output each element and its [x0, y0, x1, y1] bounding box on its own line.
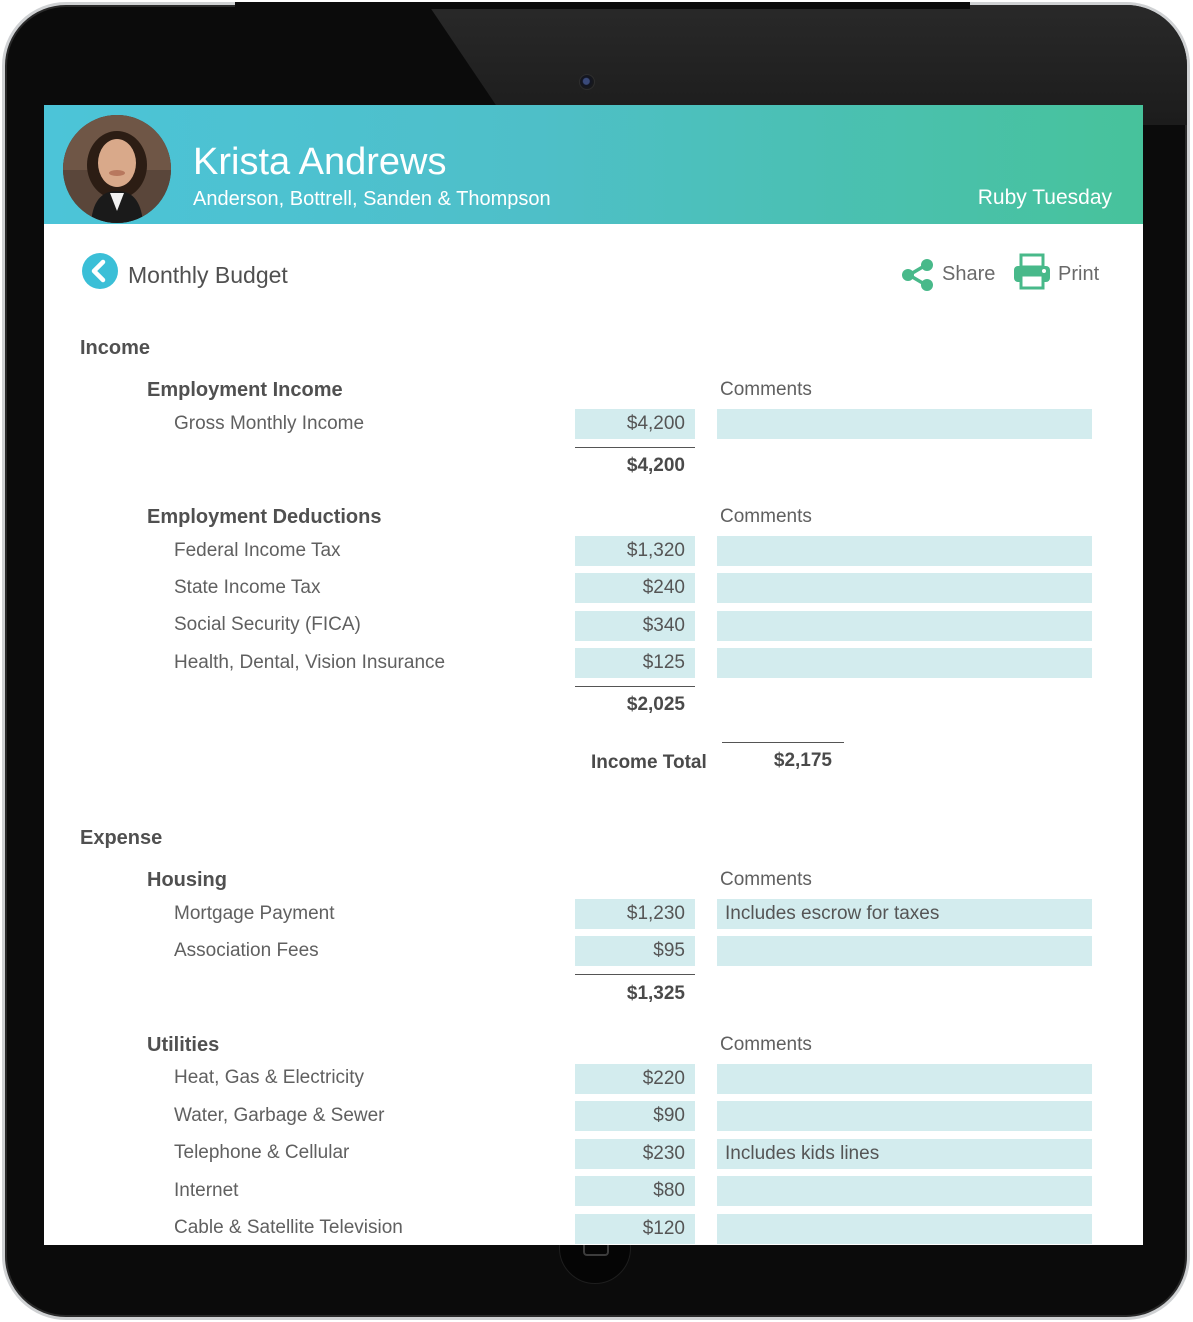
comments-label: Comments: [720, 379, 812, 400]
line-label-telephone-cellular: Telephone & Cellular: [174, 1142, 350, 1163]
line-label-health-insurance: Health, Dental, Vision Insurance: [174, 652, 446, 673]
tablet-top-edge: [235, 2, 970, 9]
employment-income-subtotal: $4,200: [626, 455, 685, 476]
amount-field-association-fees[interactable]: $95: [575, 936, 695, 966]
page-title: Monthly Budget: [128, 262, 288, 288]
amount-field-health-insurance[interactable]: $125: [575, 648, 695, 678]
amount-field-cable-satellite-tv[interactable]: $120: [575, 1214, 695, 1244]
amount-field-mortgage-payment[interactable]: $1,230: [575, 899, 695, 929]
avatar-portrait-icon: [63, 115, 171, 223]
housing-title: Housing: [147, 869, 227, 891]
line-label-mortgage-payment: Mortgage Payment: [174, 903, 335, 924]
employment-income-title: Employment Income: [147, 379, 343, 401]
line-label-internet: Internet: [174, 1180, 239, 1201]
amount-field-state-income-tax[interactable]: $240: [575, 573, 695, 603]
comment-field-internet[interactable]: [717, 1176, 1092, 1206]
line-label-social-security: Social Security (FICA): [174, 614, 361, 635]
advisor-name: Ruby Tuesday: [977, 186, 1112, 209]
amount-field-gross-monthly-income[interactable]: $4,200: [575, 409, 695, 439]
amount-field-internet[interactable]: $80: [575, 1176, 695, 1206]
income-total-label: Income Total: [591, 752, 707, 773]
share-button[interactable]: Share: [900, 253, 995, 293]
income-section-title: Income: [80, 337, 151, 359]
client-name: Krista Andrews: [193, 141, 447, 183]
line-label-federal-income-tax: Federal Income Tax: [174, 540, 341, 561]
comments-label: Comments: [720, 506, 812, 527]
avatar: [63, 115, 171, 223]
comment-field-cable-satellite-tv[interactable]: [717, 1214, 1092, 1244]
subtotal-divider: [575, 686, 695, 687]
comment-field-mortgage-payment[interactable]: Includes escrow for taxes: [717, 899, 1092, 929]
back-button[interactable]: [82, 253, 118, 289]
firm-name: Anderson, Bottrell, Sanden & Thompson: [193, 188, 551, 210]
comment-field-gross-monthly-income[interactable]: [717, 409, 1092, 439]
housing-subtotal: $1,325: [626, 983, 685, 1004]
share-icon: [902, 259, 933, 291]
income-total-divider: [722, 742, 844, 743]
employment-deductions-title: Employment Deductions: [147, 506, 382, 528]
utilities-title: Utilities: [147, 1034, 220, 1056]
camera-icon: [579, 74, 595, 90]
amount-field-federal-income-tax[interactable]: $1,320: [575, 536, 695, 566]
comment-field-heat-gas-electricity[interactable]: [717, 1064, 1092, 1094]
comment-field-health-insurance[interactable]: [717, 648, 1092, 678]
amount-field-heat-gas-electricity[interactable]: $220: [575, 1064, 695, 1094]
comments-label: Comments: [720, 1034, 812, 1055]
line-label-gross-monthly-income: Gross Monthly Income: [174, 413, 365, 434]
line-label-heat-gas-electricity: Heat, Gas & Electricity: [174, 1067, 365, 1088]
comment-field-federal-income-tax[interactable]: [717, 536, 1092, 566]
print-button[interactable]: Print: [1012, 253, 1107, 293]
amount-field-telephone-cellular[interactable]: $230: [575, 1139, 695, 1169]
comment-field-water-garbage-sewer[interactable]: [717, 1101, 1092, 1131]
line-label-state-income-tax: State Income Tax: [174, 577, 321, 598]
subtotal-divider: [575, 974, 695, 975]
printer-icon: [1014, 253, 1050, 290]
share-label: Share: [942, 263, 996, 285]
line-label-water-garbage-sewer: Water, Garbage & Sewer: [174, 1105, 385, 1126]
comments-label: Comments: [720, 869, 812, 890]
comment-field-association-fees[interactable]: [717, 936, 1092, 966]
amount-field-social-security[interactable]: $340: [575, 611, 695, 641]
comment-field-telephone-cellular[interactable]: Includes kids lines: [717, 1139, 1092, 1169]
chevron-left-icon: [91, 259, 106, 283]
expense-section-title: Expense: [80, 827, 163, 849]
income-total-value: $2,175: [773, 750, 832, 771]
employment-deductions-subtotal: $2,025: [626, 694, 685, 715]
app-screen: Krista Andrews Anderson, Bottrell, Sande…: [44, 105, 1143, 1245]
line-label-cable-satellite-tv: Cable & Satellite Television: [174, 1217, 403, 1238]
comment-field-social-security[interactable]: [717, 611, 1092, 641]
line-label-association-fees: Association Fees: [174, 940, 319, 961]
print-label: Print: [1058, 263, 1100, 285]
subtotal-divider: [575, 447, 695, 448]
amount-field-water-garbage-sewer[interactable]: $90: [575, 1101, 695, 1131]
client-header: Krista Andrews Anderson, Bottrell, Sande…: [44, 105, 1143, 224]
comment-field-state-income-tax[interactable]: [717, 573, 1092, 603]
